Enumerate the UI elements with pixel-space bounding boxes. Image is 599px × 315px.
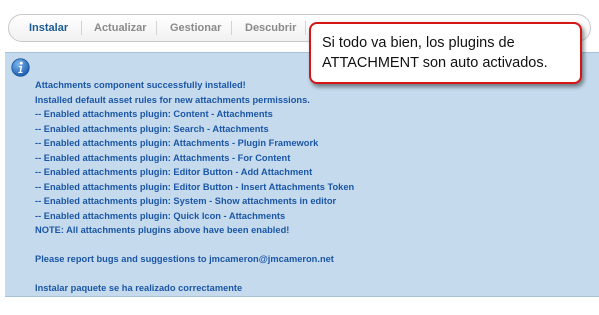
info-icon (11, 58, 30, 77)
message-line: -- Enabled attachments plugin: System - … (35, 196, 337, 206)
callout-line: ATTACHMENT son auto activados. (322, 55, 548, 71)
tab-divider (231, 21, 232, 35)
message-line: -- Enabled attachments plugin: Content -… (35, 109, 273, 119)
tab-actualizar[interactable]: Actualizar (94, 15, 147, 41)
message-line: -- Enabled attachments plugin: Editor Bu… (35, 167, 313, 177)
tab-divider (156, 21, 157, 35)
message-line: Installed default asset rules for new at… (35, 94, 310, 105)
install-result-message: Instalar paquete se ha realizado correct… (35, 283, 243, 293)
install-messages: Attachments component successfully insta… (35, 78, 575, 296)
callout-line: Si todo va bien, los plugins de (322, 35, 515, 51)
message-line: -- Enabled attachments plugin: Editor Bu… (35, 181, 355, 192)
install-message-panel: Attachments component successfully insta… (5, 52, 599, 297)
message-line: NOTE: All attachments plugins above have… (35, 225, 290, 235)
tab-instalar[interactable]: Instalar (29, 15, 68, 41)
tab-descubrir[interactable]: Descubrir (245, 15, 296, 41)
message-line: -- Enabled attachments plugin: Attachmen… (35, 152, 291, 163)
message-line: -- Enabled attachments plugin: Search - … (35, 123, 269, 134)
tab-divider (81, 21, 82, 35)
tab-gestionar[interactable]: Gestionar (170, 15, 221, 41)
annotation-callout: Si todo va bien, los plugins de ATTACHME… (309, 22, 582, 84)
bug-report-message: Please report bugs and suggestions to jm… (35, 254, 334, 264)
tab-divider (305, 21, 306, 35)
message-line: -- Enabled attachments plugin: Quick Ico… (35, 210, 286, 221)
message-line: -- Enabled attachments plugin: Attachmen… (35, 138, 319, 148)
